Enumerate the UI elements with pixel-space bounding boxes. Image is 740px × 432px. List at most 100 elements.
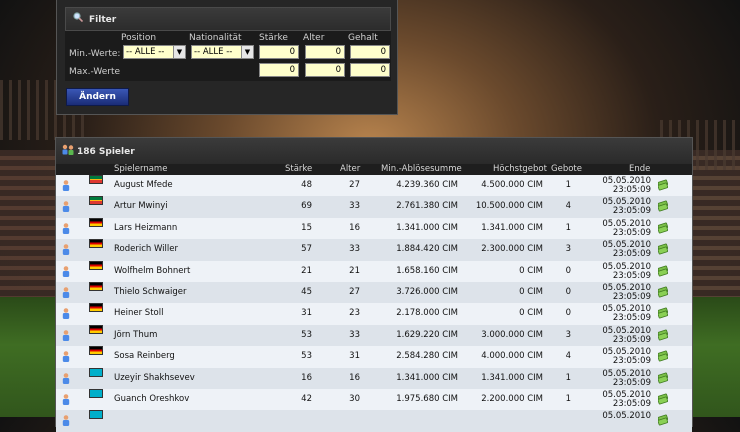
flag-icon: [89, 281, 103, 291]
table-row[interactable]: Guanch Oreshkov 42 30 1.975.680 CIM 2.200.00…: [56, 388, 692, 411]
player-icon: [62, 308, 70, 320]
auction-end: 05.05.2010 23:05:09: [594, 177, 651, 195]
table-row[interactable]: Wolfhelm Bohnert 21 21 1.658.160 CIM 0 CIM 0 0…: [56, 260, 692, 282]
player-name[interactable]: Lars Heizmann: [114, 218, 177, 239]
header-highest-bid[interactable]: Höchstgebot: [493, 164, 547, 175]
auction-end-time: 23:05:09: [612, 377, 651, 388]
player-icon: [62, 329, 70, 341]
player-bids: 4: [565, 201, 571, 212]
col-label-age: Alter: [303, 33, 325, 43]
player-age: 16: [349, 372, 360, 383]
player-age: 31: [349, 351, 360, 362]
max-age-input[interactable]: 0: [305, 63, 345, 77]
auction-end-time: 23:05:09: [612, 185, 651, 195]
table-row[interactable]: Heiner Stoll 31 23 2.178.000 CIM 0 CIM 0 05.05…: [56, 303, 692, 325]
header-end[interactable]: Ende: [629, 164, 650, 175]
bid-money-icon[interactable]: [658, 414, 668, 426]
bid-money-icon[interactable]: [658, 350, 668, 362]
header-name[interactable]: Spielername: [114, 164, 167, 175]
apply-filter-button[interactable]: Ändern: [66, 88, 129, 106]
auction-end-time: 23:05:09: [612, 291, 651, 302]
player-name[interactable]: August Mfede: [114, 175, 173, 196]
flag-icon: [89, 260, 103, 270]
bid-money-icon[interactable]: [658, 329, 668, 341]
header-bids[interactable]: Gebote: [551, 164, 582, 175]
bid-money-icon[interactable]: [658, 200, 668, 212]
table-row[interactable]: Jörn Thum 53 33 1.629.220 CIM 3.000.000 CIM 3…: [56, 324, 692, 347]
player-name[interactable]: Sosa Reinberg: [114, 346, 175, 367]
min-strength-input[interactable]: 0: [259, 45, 299, 59]
player-icon: [62, 180, 70, 191]
player-age: 33: [349, 244, 360, 255]
bid-money-icon[interactable]: [658, 307, 668, 319]
header-strength[interactable]: Stärke: [285, 164, 312, 175]
player-bids: 1: [565, 222, 571, 233]
bid-money-icon[interactable]: [658, 286, 668, 298]
player-highest-bid: 4.000.000 CIM: [481, 351, 543, 362]
auction-end: 05.05.2010 23:05:09: [594, 326, 651, 345]
table-row[interactable]: 05.05.2010: [56, 410, 692, 432]
table-row[interactable]: Sosa Reinberg 53 31 2.584.280 CIM 4.000.000 …: [56, 346, 692, 368]
max-strength-input[interactable]: 0: [259, 63, 299, 77]
nationality-select-value: -- ALLE --: [194, 47, 233, 57]
bid-money-icon[interactable]: [658, 243, 668, 255]
player-bids: 3: [565, 244, 571, 255]
player-strength: 16: [301, 372, 312, 383]
bid-money-icon[interactable]: [658, 179, 668, 191]
header-min-fee[interactable]: Min.-Ablösesumme: [381, 164, 462, 175]
player-min-fee: 2.761.380 CIM: [396, 201, 458, 212]
max-salary-input[interactable]: 0: [350, 63, 390, 77]
player-min-fee: 1.975.680 CIM: [396, 393, 458, 404]
player-table-body: August Mfede 48 27 4.239.360 CIM 4.500.000 C…: [56, 175, 692, 432]
player-highest-bid: 4.500.000 CIM: [481, 180, 543, 190]
player-bids: 0: [565, 265, 571, 276]
player-bids: 0: [565, 308, 571, 319]
bid-money-icon[interactable]: [658, 222, 668, 234]
player-bids: 1: [565, 372, 571, 383]
col-label-position: Position: [121, 33, 157, 43]
table-row[interactable]: Uzeyir Shakhsevev 16 16 1.341.000 CIM 1.341.…: [56, 367, 692, 389]
flag-icon: [89, 324, 103, 334]
player-name[interactable]: Wolfhelm Bohnert: [114, 261, 190, 282]
players-group-icon: [62, 144, 74, 155]
auction-end: 05.05.2010 23:05:09: [594, 283, 651, 302]
table-row[interactable]: Roderich Willer 57 33 1.884.420 CIM 2.300.00…: [56, 239, 692, 261]
player-highest-bid: 10.500.000 CIM: [475, 201, 543, 212]
bid-money-icon[interactable]: [658, 393, 668, 405]
player-name[interactable]: Guanch Oreshkov: [114, 389, 189, 410]
chevron-down-icon: ▼: [241, 46, 253, 58]
player-name[interactable]: Heiner Stoll: [114, 303, 163, 324]
chevron-down-icon: ▼: [173, 46, 185, 58]
position-select-value: -- ALLE --: [126, 47, 165, 57]
flag-icon: [89, 303, 103, 313]
auction-end: 05.05.2010 23:05:09: [594, 198, 651, 216]
player-age: 33: [349, 329, 360, 340]
table-row[interactable]: August Mfede 48 27 4.239.360 CIM 4.500.000 C…: [56, 175, 692, 197]
nationality-select[interactable]: -- ALLE -- ▼: [191, 45, 254, 59]
table-row[interactable]: Thielo Schwaiger 45 27 3.726.000 CIM 0 CIM 0 0…: [56, 281, 692, 304]
player-strength: 57: [301, 244, 312, 255]
player-highest-bid: 2.200.000 CIM: [481, 393, 543, 404]
player-name[interactable]: Roderich Willer: [114, 239, 178, 260]
table-row[interactable]: Artur Mwinyi 69 33 2.761.380 CIM 10.500.000 …: [56, 196, 692, 218]
table-row[interactable]: Lars Heizmann 15 16 1.341.000 CIM 1.341.000 …: [56, 217, 692, 240]
player-age: 23: [349, 308, 360, 319]
player-name[interactable]: Jörn Thum: [114, 325, 157, 346]
min-salary-input[interactable]: 0: [350, 45, 390, 59]
player-name[interactable]: Uzeyir Shakhsevev: [114, 368, 195, 389]
position-select[interactable]: -- ALLE -- ▼: [123, 45, 186, 59]
min-age-input[interactable]: 0: [305, 45, 345, 59]
min-values-label: Min.-Werte:: [69, 49, 121, 59]
player-strength: 69: [301, 201, 312, 212]
player-name[interactable]: Thielo Schwaiger: [114, 282, 187, 303]
auction-end: 05.05.2010 23:05:09: [594, 390, 651, 409]
player-name[interactable]: Artur Mwinyi: [114, 196, 168, 217]
bid-money-icon[interactable]: [658, 265, 668, 277]
auction-end-time: 23:05:09: [612, 313, 651, 324]
player-min-fee: 1.658.160 CIM: [396, 265, 458, 276]
header-age[interactable]: Alter: [340, 164, 360, 175]
flag-icon: [89, 346, 103, 356]
player-min-fee: 3.726.000 CIM: [396, 286, 458, 297]
filter-form: Position Nationalität Stärke Alter Gehal…: [65, 31, 391, 81]
bid-money-icon[interactable]: [658, 372, 668, 384]
